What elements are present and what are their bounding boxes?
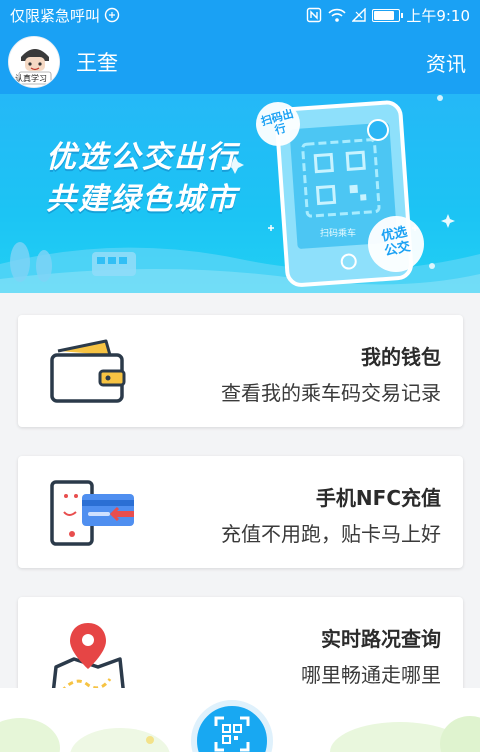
banner-phone-caption: 扫码乘车 [320,229,357,239]
signal-icon [352,8,367,22]
avatar[interactable]: 认真学习 [8,36,60,88]
nfc-icon [306,7,322,23]
map-pin-icon [48,619,128,705]
promo-banner[interactable]: 优选公交出行 共建绿色城市 扫码出行 扫码乘车 优选公交 [0,94,480,293]
nfc-recharge-card[interactable]: 手机NFC充值 充值不用跑，贴卡马上好 [18,456,463,568]
nfc-card-icon [48,478,134,548]
app-header: 认真学习 王奎 资讯 [0,30,480,94]
wallet-icon [48,337,128,407]
nfc-description: 充值不用跑，贴卡马上好 [221,522,441,546]
notification-icon [104,7,120,23]
wallet-title: 我的钱包 [361,345,441,369]
traffic-description: 哪里畅通走哪里 [301,663,441,687]
news-button[interactable]: 资讯 [426,48,466,77]
wallet-card[interactable]: 我的钱包 查看我的乘车码交易记录 [18,315,463,427]
avatar-caption: 认真学习 [15,74,47,83]
nfc-title: 手机NFC充值 [315,486,441,510]
qr-scan-icon [214,716,250,752]
banner-subheadline: 共建绿色城市 [46,182,238,217]
wallet-description: 查看我的乘车码交易记录 [221,381,441,405]
clock-text: 上午9:10 [406,6,470,25]
status-bar: 仅限紧急呼叫 上午9:10 [0,0,480,30]
traffic-title: 实时路况查询 [321,627,441,651]
battery-icon [372,8,404,22]
wifi-icon [328,7,346,23]
carrier-text: 仅限紧急呼叫 [10,6,101,25]
user-name: 王奎 [76,51,118,75]
banner-headline: 优选公交出行 [46,140,238,175]
